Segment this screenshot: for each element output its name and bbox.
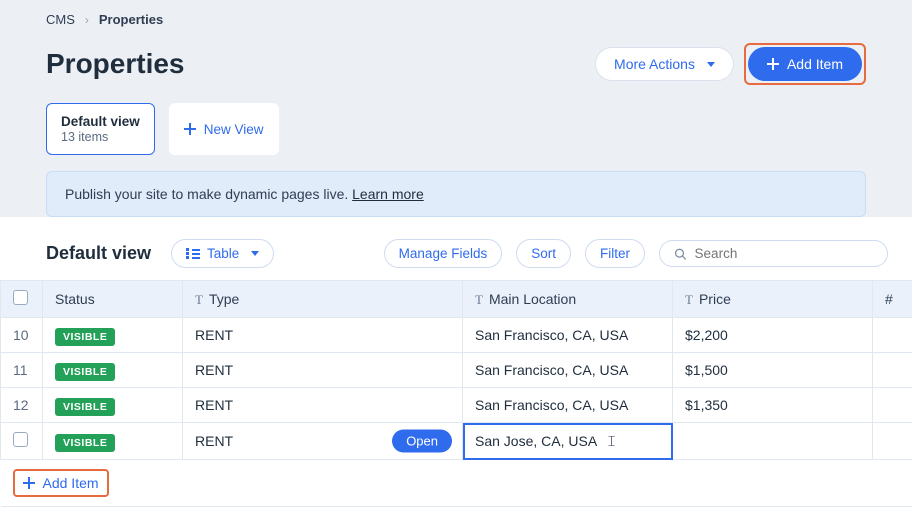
status-badge: VISIBLE xyxy=(55,363,115,381)
price-cell[interactable]: $1,500 xyxy=(673,353,873,388)
type-cell[interactable]: RENT xyxy=(183,318,463,353)
location-cell-editing[interactable]: San Jose, CA, USA 𝙸 xyxy=(463,423,673,460)
table-row[interactable]: 10 VISIBLE RENT San Francisco, CA, USA $… xyxy=(1,318,912,353)
extra-cell xyxy=(873,423,912,460)
text-field-icon: T xyxy=(685,292,693,307)
table-row[interactable]: 11 VISIBLE RENT San Francisco, CA, USA $… xyxy=(1,353,912,388)
table-footer-row: Add Item xyxy=(1,460,912,507)
column-price-label: Price xyxy=(699,291,731,307)
price-cell[interactable]: $1,350 xyxy=(673,388,873,423)
view-item-count: 13 items xyxy=(61,130,108,144)
list-icon xyxy=(186,248,199,259)
column-price[interactable]: T Price xyxy=(673,281,873,318)
row-number: 12 xyxy=(1,388,43,423)
type-cell[interactable]: RENT xyxy=(183,353,463,388)
learn-more-link[interactable]: Learn more xyxy=(352,186,424,202)
column-status[interactable]: Status xyxy=(43,281,183,318)
plus-icon xyxy=(184,123,196,135)
type-value: RENT xyxy=(195,433,233,449)
price-cell[interactable] xyxy=(673,423,873,460)
breadcrumb-current[interactable]: Properties xyxy=(99,12,163,27)
new-view-label: New View xyxy=(204,122,264,137)
table-header-row: Status T Type T Main Location T Price # xyxy=(1,281,912,318)
open-item-button[interactable]: Open xyxy=(392,430,452,453)
extra-cell xyxy=(873,318,912,353)
column-type[interactable]: T Type xyxy=(183,281,463,318)
status-cell: VISIBLE xyxy=(43,423,183,460)
status-badge: VISIBLE xyxy=(55,434,115,452)
table-row-editing[interactable]: VISIBLE RENT Open San Jose, CA, USA 𝙸 xyxy=(1,423,912,460)
price-cell[interactable]: $2,200 xyxy=(673,318,873,353)
manage-fields-button[interactable]: Manage Fields xyxy=(384,239,503,268)
more-actions-label: More Actions xyxy=(614,56,695,72)
row-number: 11 xyxy=(1,353,43,388)
view-tab-default[interactable]: Default view 13 items xyxy=(46,103,155,155)
column-hash[interactable]: # xyxy=(873,281,912,318)
properties-table: Status T Type T Main Location T Price # 10 … xyxy=(0,280,912,507)
plus-icon xyxy=(23,477,35,489)
location-value: San Jose, CA, USA xyxy=(475,433,596,449)
view-name: Default view xyxy=(61,114,140,129)
row-checkbox[interactable] xyxy=(13,432,28,447)
new-view-button[interactable]: New View xyxy=(169,103,279,155)
chevron-down-icon xyxy=(251,251,259,256)
row-select[interactable] xyxy=(1,423,43,460)
page-title: Properties xyxy=(46,48,185,80)
view-mode-selector[interactable]: Table xyxy=(171,239,274,268)
location-cell[interactable]: San Francisco, CA, USA xyxy=(463,353,673,388)
add-item-button[interactable]: Add Item xyxy=(748,47,862,81)
filter-button[interactable]: Filter xyxy=(585,239,645,268)
plus-icon xyxy=(767,58,779,70)
column-type-label: Type xyxy=(209,291,239,307)
extra-cell xyxy=(873,388,912,423)
column-location[interactable]: T Main Location xyxy=(463,281,673,318)
location-cell[interactable]: San Francisco, CA, USA xyxy=(463,318,673,353)
section-title: Default view xyxy=(46,243,151,264)
column-status-label: Status xyxy=(55,291,95,307)
search-input-wrap[interactable] xyxy=(659,240,888,267)
table-row[interactable]: 12 VISIBLE RENT San Francisco, CA, USA $… xyxy=(1,388,912,423)
location-cell[interactable]: San Francisco, CA, USA xyxy=(463,388,673,423)
select-all-checkbox[interactable] xyxy=(13,290,28,305)
add-item-footer-button[interactable]: Add Item xyxy=(13,469,109,497)
type-cell[interactable]: RENT Open xyxy=(183,423,463,460)
banner-text: Publish your site to make dynamic pages … xyxy=(65,186,352,202)
status-cell: VISIBLE xyxy=(43,388,183,423)
text-field-icon: T xyxy=(195,292,203,307)
search-icon xyxy=(674,247,687,261)
text-cursor-icon: 𝙸 xyxy=(606,433,617,450)
search-input[interactable] xyxy=(695,246,873,261)
view-mode-label: Table xyxy=(207,246,239,261)
status-cell: VISIBLE xyxy=(43,318,183,353)
extra-cell xyxy=(873,353,912,388)
add-item-highlight: Add Item xyxy=(744,43,866,85)
column-location-label: Main Location xyxy=(489,291,576,307)
add-item-label: Add Item xyxy=(787,56,843,72)
status-badge: VISIBLE xyxy=(55,398,115,416)
add-item-footer-label: Add Item xyxy=(43,475,99,491)
select-all-header[interactable] xyxy=(1,281,43,318)
breadcrumb-root[interactable]: CMS xyxy=(46,12,75,27)
chevron-down-icon xyxy=(707,62,715,67)
more-actions-button[interactable]: More Actions xyxy=(595,47,734,81)
text-field-icon: T xyxy=(475,292,483,307)
breadcrumb: CMS › Properties xyxy=(24,8,888,31)
status-cell: VISIBLE xyxy=(43,353,183,388)
type-cell[interactable]: RENT xyxy=(183,388,463,423)
chevron-right-icon: › xyxy=(85,13,89,27)
sort-button[interactable]: Sort xyxy=(516,239,571,268)
status-badge: VISIBLE xyxy=(55,328,115,346)
publish-banner: Publish your site to make dynamic pages … xyxy=(46,171,866,217)
row-number: 10 xyxy=(1,318,43,353)
